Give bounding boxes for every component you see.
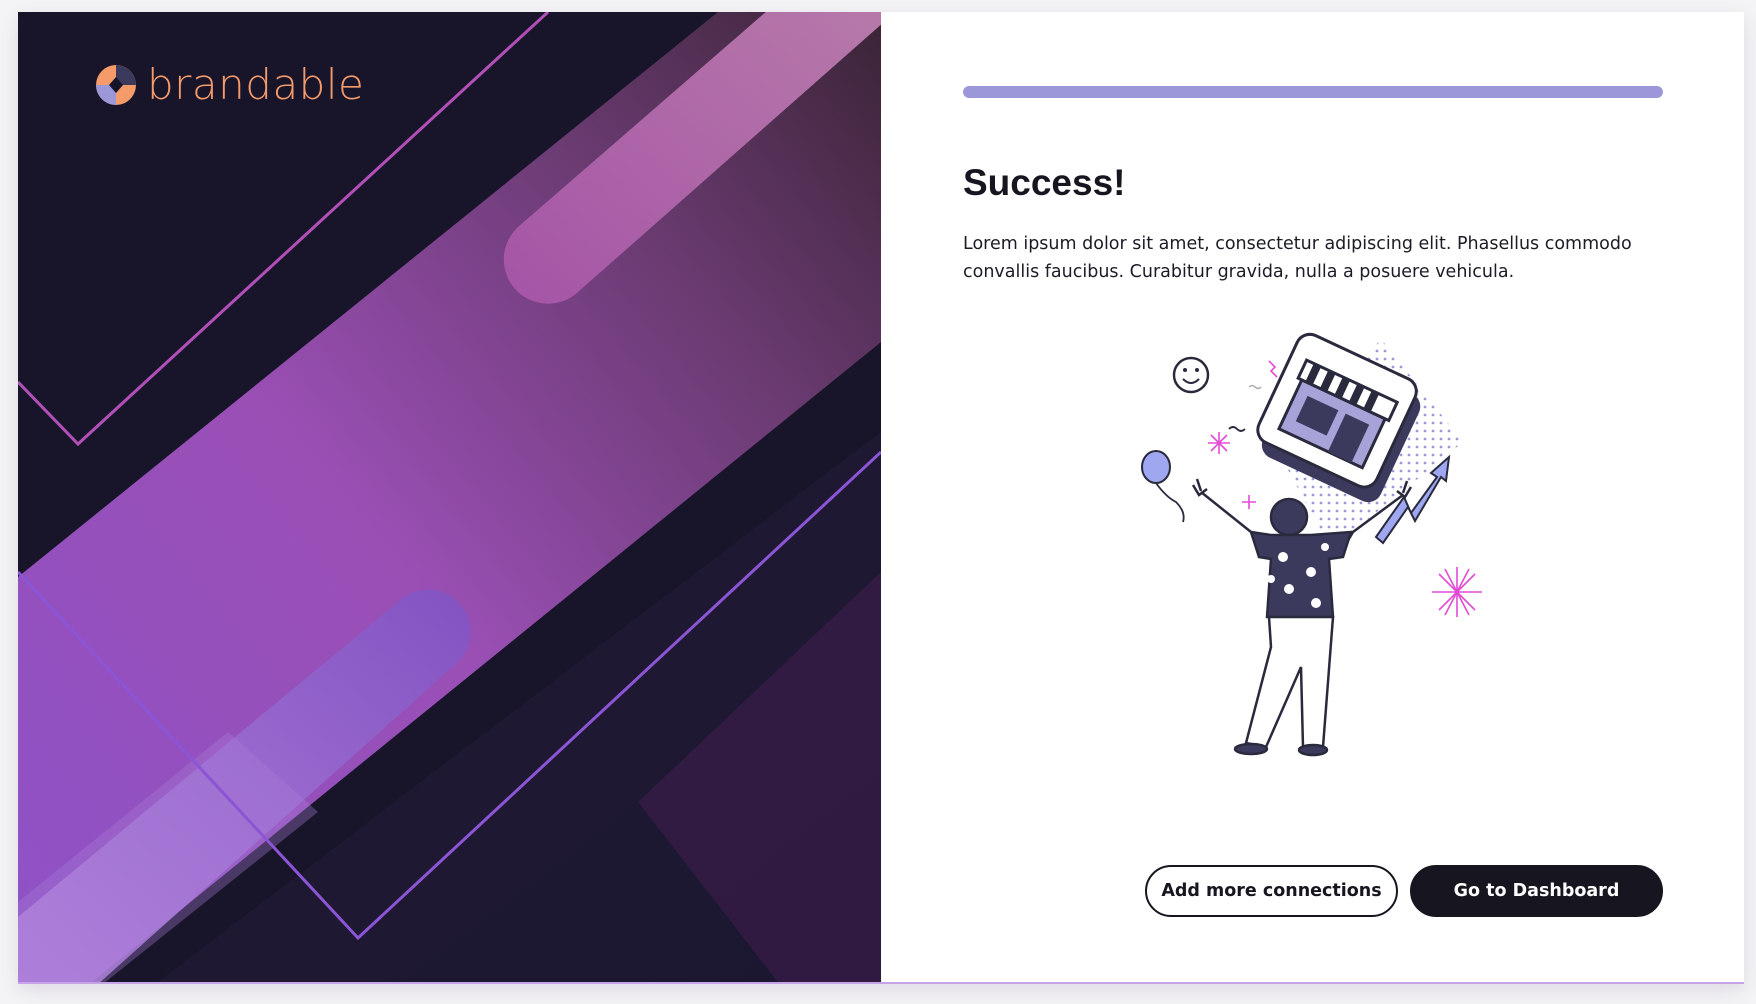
content-panel: Success! Lorem ipsum dolor sit amet, con… — [881, 12, 1744, 982]
go-to-dashboard-button[interactable]: Go to Dashboard — [1410, 865, 1663, 917]
brand-hero-panel: brandable — [18, 12, 881, 982]
progress-bar-fill — [963, 86, 1663, 98]
balloon-icon — [1141, 450, 1185, 523]
smiley-icon — [1172, 356, 1210, 394]
progress-bar — [963, 86, 1663, 98]
brandable-logo-icon — [96, 65, 136, 105]
celebrating-person-store-illustration — [1141, 332, 1482, 757]
brand-logo[interactable]: brandable — [95, 64, 364, 106]
app-window: brandable Success! Lorem ipsum dolor sit… — [18, 12, 1744, 984]
page-description: Lorem ipsum dolor sit amet, consectetur … — [963, 234, 1632, 282]
page-title: Success! — [963, 162, 1126, 203]
celebrating-person — [1191, 478, 1413, 757]
brand-name: brandable — [147, 60, 365, 109]
abstract-background — [18, 12, 881, 982]
add-more-connections-button[interactable]: Add more connections — [1145, 865, 1398, 917]
